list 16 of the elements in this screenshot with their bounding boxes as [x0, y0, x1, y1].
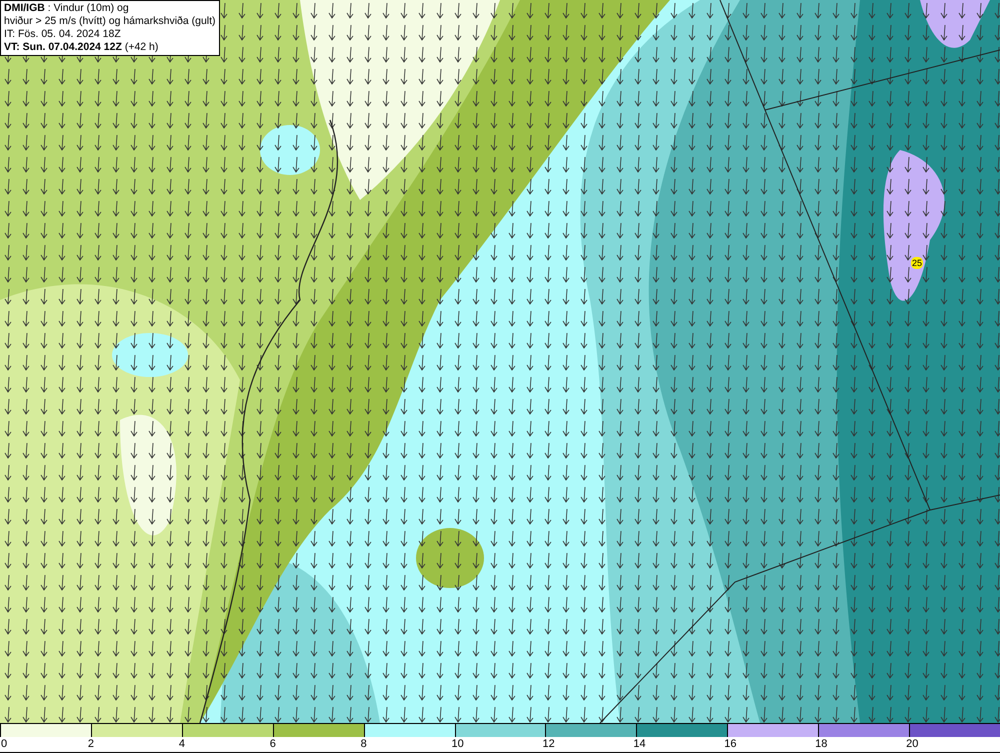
scale-label: 14	[633, 737, 646, 751]
scale-label: 2	[88, 737, 94, 751]
gust-value-marker: 25	[911, 257, 924, 269]
header-text: VT: Sun. 07.04.2024 12Z (+42 h)	[4, 41, 160, 54]
scale-label: 10	[452, 737, 464, 751]
scale-label: 12	[542, 737, 555, 751]
scale-label: 0	[1, 737, 8, 751]
scale-label: 16	[724, 737, 737, 751]
header-text: DMI/IGB : Vindur (10m) og	[4, 2, 130, 15]
header-text: hviður > 25 m/s (hvítt) og hámarkshviða (gult)	[4, 15, 216, 28]
header-text: IT: Fös. 05. 04. 2024 18Z	[4, 28, 122, 41]
scale-label: 18	[815, 737, 828, 751]
scale-label: 8	[360, 737, 367, 751]
scale-label: 4	[178, 737, 185, 751]
scale-label: 6	[270, 737, 276, 751]
scale-label: 20	[906, 737, 918, 751]
